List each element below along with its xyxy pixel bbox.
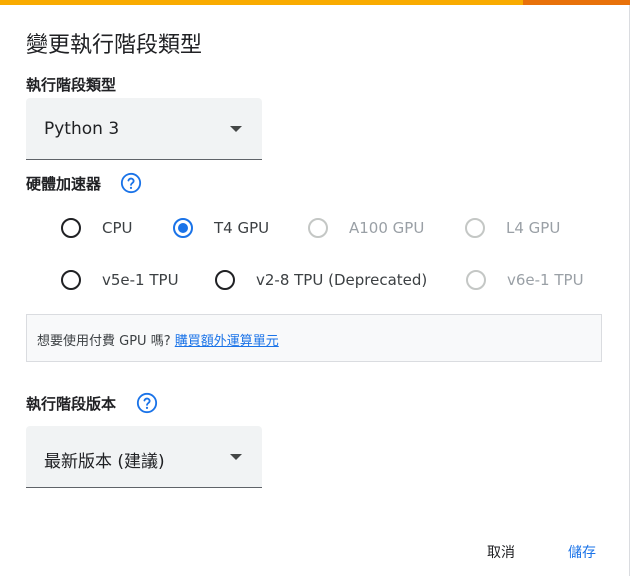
top-accent-bar [0, 0, 630, 5]
notice-question: 想要使用付費 GPU 嗎? [37, 334, 171, 349]
cancel-button[interactable]: 取消 [487, 542, 515, 562]
radio-button-icon [466, 270, 486, 290]
radio-a100-gpu[interactable]: A100 GPU [308, 218, 424, 238]
radio-v5e-1-tpu[interactable]: v5e-1 TPU [61, 270, 179, 290]
radio-label: L4 GPU [506, 219, 561, 237]
hardware-accelerator-label: 硬體加速器 [26, 175, 102, 193]
radio-label: A100 GPU [349, 219, 425, 237]
runtime-version-label: 執行階段版本 [26, 395, 117, 413]
runtime-type-label: 執行階段類型 [26, 76, 117, 94]
runtime-version-value: 最新版本 (建議) [44, 452, 165, 472]
radio-label: CPU [102, 219, 133, 237]
radio-label: v2-8 TPU (Deprecated) [256, 271, 428, 289]
runtime-type-select[interactable]: Python 3 [26, 98, 262, 160]
radio-button-checked-icon [173, 218, 193, 238]
radio-label: v6e-1 TPU [507, 271, 584, 289]
runtime-type-value: Python 3 [44, 119, 120, 139]
help-icon[interactable] [136, 392, 158, 414]
help-icon[interactable] [120, 172, 142, 194]
save-button[interactable]: 儲存 [568, 542, 596, 562]
caret-down-icon [230, 126, 242, 132]
radio-label: v5e-1 TPU [102, 271, 179, 289]
radio-label: T4 GPU [214, 219, 270, 237]
radio-v2-8-tpu[interactable]: v2-8 TPU (Deprecated) [215, 270, 427, 290]
caret-down-icon [230, 454, 242, 460]
radio-cpu[interactable]: CPU [61, 218, 133, 238]
notice-text: 想要使用付費 GPU 嗎? 購買額外運算單元 [37, 330, 279, 349]
radio-button-icon [465, 218, 485, 238]
dialog-title: 變更執行階段類型 [26, 33, 203, 58]
radio-button-icon [61, 270, 81, 290]
radio-l4-gpu[interactable]: L4 GPU [465, 218, 560, 238]
paid-gpu-notice: 想要使用付費 GPU 嗎? 購買額外運算單元 [26, 314, 602, 362]
buy-compute-units-link[interactable]: 購買額外運算單元 [175, 334, 279, 349]
radio-button-icon [308, 218, 328, 238]
radio-button-icon [215, 270, 235, 290]
runtime-version-select[interactable]: 最新版本 (建議) [26, 426, 262, 488]
radio-v6e-1-tpu[interactable]: v6e-1 TPU [466, 270, 584, 290]
radio-t4-gpu[interactable]: T4 GPU [173, 218, 269, 238]
radio-button-icon [61, 218, 81, 238]
